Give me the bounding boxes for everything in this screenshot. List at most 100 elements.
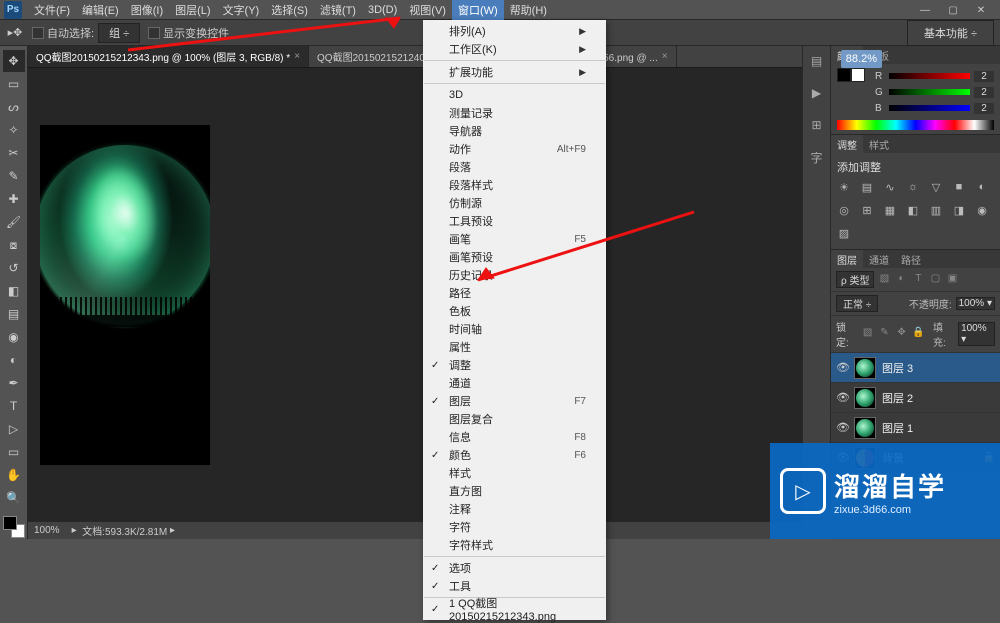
menu-navigator[interactable]: 导航器 (423, 122, 606, 140)
g-value[interactable]: 2 (974, 87, 994, 98)
adj-exposure-icon[interactable]: ☼ (906, 181, 920, 195)
properties-panel-icon[interactable]: ⊞ (808, 116, 826, 134)
adj-curves-icon[interactable]: ∿ (883, 181, 897, 195)
autoselect-checkbox[interactable] (32, 27, 44, 39)
healing-tool[interactable]: ✚ (3, 188, 25, 210)
tab-layers[interactable]: 图层 (831, 250, 863, 268)
type-tool[interactable]: T (3, 395, 25, 417)
menu-help[interactable]: 帮助(H) (504, 0, 553, 20)
canvas[interactable] (28, 68, 802, 521)
adj-levels-icon[interactable]: ▤ (860, 181, 874, 195)
eraser-tool[interactable]: ◧ (3, 280, 25, 302)
adj-hue-icon[interactable]: ■ (952, 181, 966, 195)
menu-options[interactable]: ✓选项 (423, 559, 606, 577)
move-tool[interactable]: ✥ (3, 50, 25, 72)
layer-row[interactable]: 👁 图层 1 (831, 413, 1000, 443)
r-slider[interactable] (889, 73, 970, 79)
adj-bw-icon[interactable]: ◐ (975, 181, 989, 195)
minimize-icon[interactable]: — (918, 5, 932, 15)
menu-edit[interactable]: 编辑(E) (76, 0, 125, 20)
zoom-tool[interactable]: 🔍 (3, 487, 25, 509)
status-arrow-icon[interactable]: ▸ (72, 525, 77, 536)
lock-paint-icon[interactable]: ✎ (878, 327, 891, 341)
b-slider[interactable] (889, 105, 970, 111)
menu-histogram[interactable]: 直方图 (423, 482, 606, 500)
history-brush-tool[interactable]: ↺ (3, 257, 25, 279)
menu-window[interactable]: 窗口(W) (452, 0, 504, 20)
stamp-tool[interactable]: ⧇ (3, 234, 25, 256)
b-value[interactable]: 2 (974, 103, 994, 114)
tab-channels[interactable]: 通道 (863, 250, 895, 268)
menu-3d[interactable]: 3D (423, 86, 606, 104)
layer-filter-kind[interactable]: ρ 类型 (836, 271, 874, 288)
layer-thumb[interactable] (854, 357, 876, 379)
panel-bg-swatch[interactable] (851, 68, 865, 82)
visibility-icon[interactable]: 👁 (836, 391, 848, 404)
menu-actions[interactable]: 动作Alt+F9 (423, 140, 606, 158)
layer-thumb[interactable] (854, 417, 876, 439)
shape-tool[interactable]: ▭ (3, 441, 25, 463)
filter-type-icon[interactable]: T (911, 273, 925, 287)
lock-move-icon[interactable]: ✥ (895, 327, 908, 341)
panel-swatches[interactable] (837, 68, 865, 116)
menu-timeline[interactable]: 时间轴 (423, 320, 606, 338)
character-panel-icon[interactable]: 字 (808, 148, 826, 166)
fill-value[interactable]: 100% ▾ (958, 322, 995, 346)
menu-layer-comps[interactable]: 图层复合 (423, 410, 606, 428)
menu-paragraph-styles[interactable]: 段落样式 (423, 176, 606, 194)
menu-doc1[interactable]: ✓1 QQ截图20150215212343.png (423, 600, 606, 618)
menu-workspace[interactable]: 工作区(K)▶ (423, 40, 606, 58)
workspace-switcher[interactable]: 基本功能 ÷ (907, 20, 994, 46)
menu-measurement[interactable]: 测量记录 (423, 104, 606, 122)
adj-vibrance-icon[interactable]: ▽ (929, 181, 943, 195)
adj-photofilter-icon[interactable]: ◎ (837, 204, 851, 218)
adj-invert-icon[interactable]: ◧ (906, 204, 920, 218)
menu-adjustments[interactable]: ✓调整 (423, 356, 606, 374)
tab-adjustments[interactable]: 调整 (831, 135, 863, 153)
tab-styles[interactable]: 样式 (863, 135, 895, 153)
adj-gradient-icon[interactable]: ▨ (837, 227, 851, 241)
magic-wand-tool[interactable]: ✧ (3, 119, 25, 141)
visibility-icon[interactable]: 👁 (836, 361, 848, 374)
history-panel-icon[interactable]: ▤ (808, 52, 826, 70)
filter-smart-icon[interactable]: ▣ (945, 273, 959, 287)
path-select-tool[interactable]: ▷ (3, 418, 25, 440)
filter-adjust-icon[interactable]: ◐ (894, 273, 908, 287)
adj-threshold-icon[interactable]: ◨ (952, 204, 966, 218)
adj-brightness-icon[interactable]: ☀ (837, 181, 851, 195)
filter-shape-icon[interactable]: ▢ (928, 273, 942, 287)
menu-extensions[interactable]: 扩展功能▶ (423, 63, 606, 81)
menu-character[interactable]: 字符 (423, 518, 606, 536)
menu-styles[interactable]: 样式 (423, 464, 606, 482)
r-value[interactable]: 2 (974, 71, 994, 82)
menu-color-item[interactable]: ✓颜色F6 (423, 446, 606, 464)
eyedropper-tool[interactable]: ✎ (3, 165, 25, 187)
layer-thumb[interactable] (854, 387, 876, 409)
filter-image-icon[interactable]: ▧ (877, 273, 891, 287)
menu-paragraph[interactable]: 段落 (423, 158, 606, 176)
adj-mixer-icon[interactable]: ⊞ (860, 204, 874, 218)
layer-row[interactable]: 👁 图层 3 (831, 353, 1000, 383)
menu-layers-item[interactable]: ✓图层F7 (423, 392, 606, 410)
lock-all-icon[interactable]: 🔒 (912, 327, 925, 341)
blur-tool[interactable]: ◉ (3, 326, 25, 348)
menu-info[interactable]: 信息F8 (423, 428, 606, 446)
lasso-tool[interactable]: ᔕ (3, 96, 25, 118)
menu-notes[interactable]: 注释 (423, 500, 606, 518)
color-swatches[interactable] (3, 516, 25, 538)
opacity-value[interactable]: 100% ▾ (956, 297, 995, 310)
g-slider[interactable] (889, 89, 970, 95)
layer-row[interactable]: 👁 图层 2 (831, 383, 1000, 413)
hand-tool[interactable]: ✋ (3, 464, 25, 486)
panel-fg-swatch[interactable] (837, 68, 851, 82)
tab-paths[interactable]: 路径 (895, 250, 927, 268)
menu-arrange[interactable]: 排列(A)▶ (423, 22, 606, 40)
menu-properties[interactable]: 属性 (423, 338, 606, 356)
menu-channels[interactable]: 通道 (423, 374, 606, 392)
lock-pixel-icon[interactable]: ▧ (861, 327, 874, 341)
menu-tools[interactable]: ✓工具 (423, 577, 606, 595)
blend-mode[interactable]: 正常 ÷ (836, 295, 878, 312)
fg-swatch[interactable] (3, 516, 17, 530)
play-panel-icon[interactable]: ▶ (808, 84, 826, 102)
hue-ramp[interactable] (837, 120, 994, 130)
